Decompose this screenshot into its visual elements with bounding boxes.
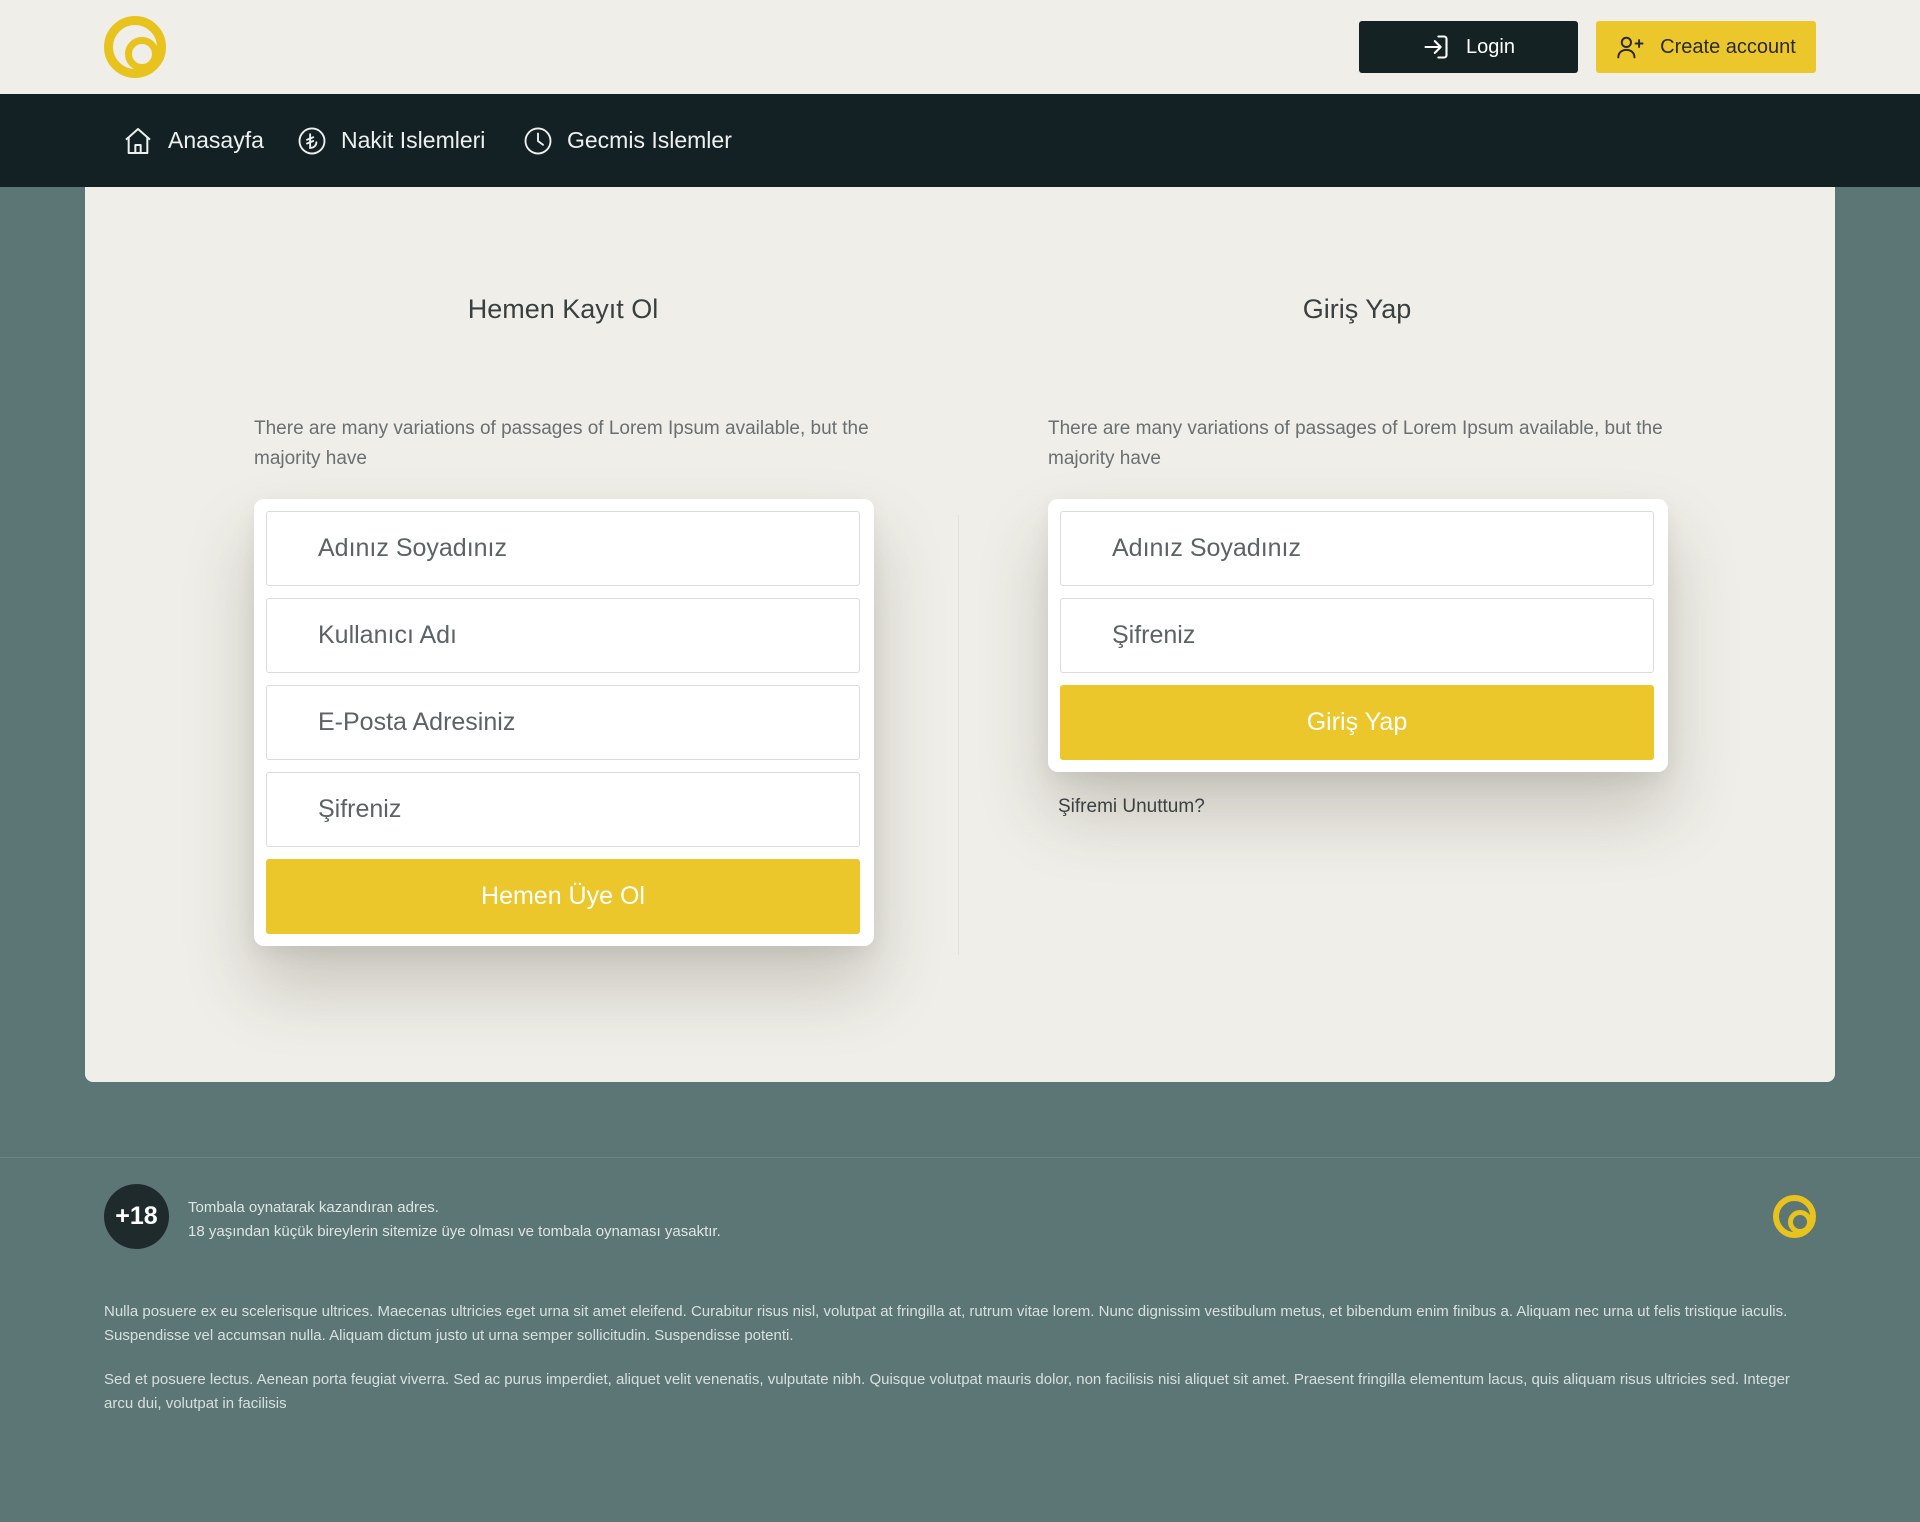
- login-description: There are many variations of passages of…: [1048, 418, 1663, 469]
- login-name-field[interactable]: Adınız Soyadınız: [1060, 511, 1654, 586]
- login-submit-button[interactable]: Giriş Yap: [1060, 685, 1654, 760]
- password-field[interactable]: Şifreniz: [266, 772, 860, 847]
- register-submit-button[interactable]: Hemen Üye Ol: [266, 859, 860, 934]
- create-account-button[interactable]: Create account: [1596, 21, 1816, 73]
- age-restriction-badge: +18: [104, 1184, 169, 1249]
- footer-paragraph-2: Sed et posuere lectus. Aenean porta feug…: [104, 1371, 1790, 1412]
- nav-label: Gecmis Islemler: [567, 127, 732, 153]
- register-description: There are many variations of passages of…: [254, 418, 869, 469]
- email-field[interactable]: E-Posta Adresiniz: [266, 685, 860, 760]
- home-icon: [122, 125, 154, 157]
- login-button-label: Login: [1466, 35, 1515, 58]
- clock-icon: [523, 126, 553, 156]
- main-nav: Anasayfa Nakit Islemleri Gecmis Islemler: [0, 94, 1920, 187]
- nav-item-anasayfa[interactable]: Anasayfa: [122, 94, 264, 187]
- nav-label: Nakit Islemleri: [341, 127, 486, 153]
- footer-tagline-line-2: 18 yaşından küçük bireylerin sitemize üy…: [188, 1223, 721, 1240]
- forgot-password-link[interactable]: Şifremi Unuttum?: [1058, 796, 1205, 818]
- login-icon: [1422, 33, 1450, 61]
- login-button[interactable]: Login: [1359, 21, 1578, 73]
- user-plus-icon: [1616, 33, 1646, 61]
- full-name-field[interactable]: Adınız Soyadınız: [266, 511, 860, 586]
- footer-divider: [0, 1157, 1920, 1158]
- footer-paragraph-1: Nulla posuere ex eu scelerisque ultrices…: [104, 1303, 1788, 1344]
- nav-item-gecmis-islemler[interactable]: Gecmis Islemler: [523, 94, 732, 187]
- column-divider: [958, 515, 959, 955]
- login-password-field[interactable]: Şifreniz: [1060, 598, 1654, 673]
- login-form: Adınız Soyadınız Şifreniz Giriş Yap: [1048, 499, 1668, 772]
- nav-item-nakit-islemleri[interactable]: Nakit Islemleri: [297, 94, 485, 187]
- register-title: Hemen Kayıt Ol: [467, 294, 659, 324]
- footer-tagline: Tombala oynatarak kazandıran adres. 18 y…: [188, 1196, 721, 1244]
- login-title: Giriş Yap: [1302, 294, 1412, 324]
- register-form: Adınız Soyadınız Kullanıcı Adı E-Posta A…: [254, 499, 874, 946]
- top-header: Login Create account: [0, 0, 1920, 94]
- footer-tagline-line-1: Tombala oynatarak kazandıran adres.: [188, 1199, 439, 1216]
- footer-logo[interactable]: [1773, 1195, 1816, 1238]
- brand-logo[interactable]: [104, 16, 166, 78]
- username-field[interactable]: Kullanıcı Adı: [266, 598, 860, 673]
- nav-label: Anasayfa: [168, 127, 264, 153]
- create-account-label: Create account: [1660, 35, 1796, 58]
- lira-icon: [297, 126, 327, 156]
